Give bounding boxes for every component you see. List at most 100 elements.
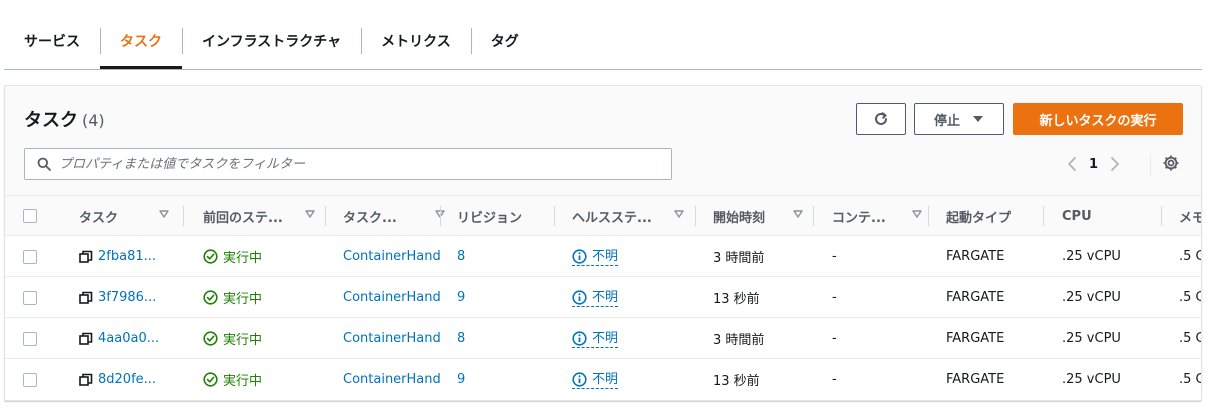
health-status-cell: 不明 xyxy=(572,236,619,277)
tasks-panel-header: タスク (4) 停止 新しいタスクの実行 プロパティまたは値でタスクをフィルター… xyxy=(5,86,1201,196)
refresh-button[interactable] xyxy=(856,103,906,135)
task-definition-cell: ContainerHand xyxy=(343,359,441,400)
last-status-text: 実行中 xyxy=(223,292,263,307)
revision-link[interactable]: 8 xyxy=(457,249,465,264)
column-divider xyxy=(325,206,326,226)
copy-icon[interactable] xyxy=(79,373,93,387)
started-at-cell: 3 時間前 xyxy=(713,333,765,348)
last-status-text: 実行中 xyxy=(223,333,263,348)
health-status-text: 不明 xyxy=(592,330,619,346)
launch-type-cell: FARGATE xyxy=(946,331,1005,346)
pager-divider xyxy=(1150,154,1151,176)
search-icon xyxy=(37,157,51,171)
check-circle-icon xyxy=(203,290,218,305)
column-header-task-definition[interactable]: タスク... xyxy=(343,196,455,236)
run-new-task-button[interactable]: 新しいタスクの実行 xyxy=(1013,103,1183,135)
tab-metrics[interactable]: メトリクス xyxy=(361,14,471,68)
health-status-cell: 不明 xyxy=(572,318,619,359)
task-id-cell: 8d20fe... xyxy=(79,359,156,400)
task-id-link[interactable]: 8d20fe... xyxy=(98,372,156,387)
chevron-right-icon[interactable] xyxy=(1110,156,1120,172)
health-status-popover[interactable]: 不明 xyxy=(572,289,619,307)
column-header-last-status[interactable]: 前回のステ... xyxy=(203,196,325,236)
revision-link[interactable]: 9 xyxy=(457,290,465,305)
column-header-started-at[interactable]: 開始時刻 xyxy=(713,196,813,236)
tab-tags[interactable]: タグ xyxy=(470,14,539,68)
task-definition-cell: ContainerHand xyxy=(343,236,441,277)
health-status-text: 不明 xyxy=(592,371,619,387)
panel-title: タスク (4) xyxy=(24,106,105,132)
column-header-task[interactable]: タスク xyxy=(79,196,179,236)
health-status-popover[interactable]: 不明 xyxy=(572,371,619,389)
info-circle-icon xyxy=(572,289,587,305)
tab-bar: サービス タスク インフラストラクチャ メトリクス タグ xyxy=(4,14,1202,70)
task-id-link[interactable]: 2fba81... xyxy=(98,249,156,264)
task-id-link[interactable]: 4aa0a0... xyxy=(98,331,159,346)
launch-type-cell: FARGATE xyxy=(946,290,1005,305)
select-all-checkbox[interactable] xyxy=(23,209,37,223)
column-divider xyxy=(813,206,814,226)
copy-icon[interactable] xyxy=(79,291,93,305)
gear-icon[interactable] xyxy=(1162,154,1180,172)
last-status-cell: 実行中 xyxy=(203,318,262,359)
last-status-text: 実行中 xyxy=(223,374,263,389)
copy-icon[interactable] xyxy=(79,332,93,346)
memory-cell: .5 G xyxy=(1179,331,1201,346)
column-header-cpu[interactable]: CPU xyxy=(1062,196,1092,236)
task-definition-link[interactable]: ContainerHand xyxy=(343,290,441,305)
row-select-cell xyxy=(23,236,37,277)
row-checkbox[interactable] xyxy=(23,249,37,264)
table-row: 8d20fe... 実行中 ContainerHand 9 不明 13 秒前 -… xyxy=(5,359,1201,400)
revision-link[interactable]: 9 xyxy=(457,372,465,387)
revision-cell: 9 xyxy=(457,277,465,318)
column-header-launch-type[interactable]: 起動タイプ xyxy=(946,196,1011,236)
container-cell: - xyxy=(832,249,837,264)
tab-infrastructure[interactable]: インフラストラクチャ xyxy=(182,14,361,68)
task-definition-link[interactable]: ContainerHand xyxy=(343,249,441,264)
refresh-icon xyxy=(875,112,887,125)
column-divider xyxy=(440,206,441,226)
launch-type-cell: FARGATE xyxy=(946,249,1005,264)
container-cell: - xyxy=(832,372,837,387)
panel-title-text: タスク xyxy=(24,110,78,131)
cpu-cell: .25 vCPU xyxy=(1062,290,1121,305)
health-status-popover[interactable]: 不明 xyxy=(572,248,619,266)
stop-button[interactable]: 停止 xyxy=(914,103,1004,135)
task-definition-link[interactable]: ContainerHand xyxy=(343,372,441,387)
tab-services[interactable]: サービス xyxy=(4,14,100,68)
column-header-label: タスク... xyxy=(343,210,397,226)
task-id-link[interactable]: 3f7986... xyxy=(98,290,156,305)
sort-caret-icon xyxy=(793,210,803,218)
task-count: (4) xyxy=(82,111,105,130)
chevron-left-icon[interactable] xyxy=(1067,156,1077,172)
info-circle-icon xyxy=(572,330,587,346)
copy-icon[interactable] xyxy=(79,250,93,264)
current-page[interactable]: 1 xyxy=(1089,157,1098,172)
table-row: 2fba81... 実行中 ContainerHand 8 不明 3 時間前 -… xyxy=(5,236,1201,277)
column-header-container[interactable]: コンテ... xyxy=(832,196,932,236)
column-header-revision[interactable]: リビジョン xyxy=(457,196,522,236)
column-header-label: 開始時刻 xyxy=(713,210,766,226)
column-divider xyxy=(695,206,696,226)
column-header-health-status[interactable]: ヘルスステ... xyxy=(572,196,694,236)
row-checkbox[interactable] xyxy=(23,290,37,305)
sort-caret-icon xyxy=(305,210,315,218)
health-status-popover[interactable]: 不明 xyxy=(572,330,619,348)
row-checkbox[interactable] xyxy=(23,372,37,387)
last-status-text: 実行中 xyxy=(223,251,263,266)
cpu-cell: .25 vCPU xyxy=(1062,372,1121,387)
column-header-label: コンテ... xyxy=(832,210,886,226)
select-all-cell xyxy=(23,196,37,236)
check-circle-icon xyxy=(203,372,218,387)
pagination: 1 xyxy=(1067,150,1120,178)
column-header-memory[interactable]: メモ xyxy=(1179,196,1201,236)
revision-link[interactable]: 8 xyxy=(457,331,465,346)
tab-tasks[interactable]: タスク xyxy=(100,14,182,69)
task-definition-link[interactable]: ContainerHand xyxy=(343,331,441,346)
health-status-cell: 不明 xyxy=(572,277,619,318)
started-at-cell: 13 秒前 xyxy=(713,292,760,307)
filter-input[interactable] xyxy=(59,156,639,172)
run-new-task-label: 新しいタスクの実行 xyxy=(1039,113,1157,129)
row-checkbox[interactable] xyxy=(23,331,37,346)
task-id-cell: 3f7986... xyxy=(79,277,156,318)
